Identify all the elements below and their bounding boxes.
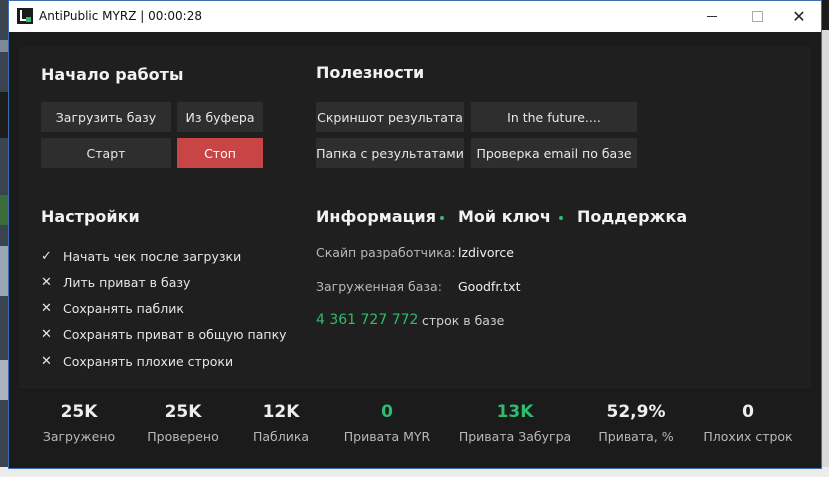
close-button[interactable]: ✕ xyxy=(776,1,822,32)
start-button[interactable]: Старт xyxy=(41,138,171,168)
cross-icon: ✕ xyxy=(41,274,52,290)
in-the-future-button[interactable]: In the future.... xyxy=(471,102,637,132)
tab-information[interactable]: Информация xyxy=(316,207,436,226)
option-label: Лить приват в базу xyxy=(63,274,191,290)
tab-my-key[interactable]: Мой ключ xyxy=(458,207,551,226)
loaded-base-value: Goodfr.txt xyxy=(458,279,521,294)
option-push-private-to-base[interactable]: ✕ Лить приват в базу xyxy=(41,273,190,291)
main-panel: Начало работы Загрузить базу Из буфера С… xyxy=(19,47,811,463)
minimize-button[interactable] xyxy=(689,1,735,32)
option-start-check-after-load[interactable]: ✓ Начать чек после загрузки xyxy=(41,247,241,265)
option-save-private-common-folder[interactable]: ✕ Сохранять приват в общую папку xyxy=(41,325,287,343)
option-label: Сохранять паблик xyxy=(63,300,184,316)
stat-value: 12K xyxy=(262,402,300,422)
option-label: Сохранять приват в общую папку xyxy=(63,326,287,342)
desktop-background-right xyxy=(821,30,829,477)
skype-label: Скайп разработчика: xyxy=(316,245,456,260)
from-clipboard-button[interactable]: Из буфера xyxy=(177,102,263,132)
results-folder-button[interactable]: Папка с результатами xyxy=(316,138,464,168)
stats-bar: 25K Загружено 25K Проверено 12K Паблика … xyxy=(19,387,811,463)
lines-count: 4 361 727 772 xyxy=(316,312,419,328)
tab-support[interactable]: Поддержка xyxy=(577,207,687,226)
option-label: Начать чек после загрузки xyxy=(63,248,242,264)
check-email-button[interactable]: Проверка email по базе xyxy=(471,138,637,168)
stat-value: 25K xyxy=(60,402,98,422)
skype-value: lzdivorce xyxy=(458,245,514,260)
app-logo-icon xyxy=(17,8,33,24)
loaded-base-label: Загруженная база: xyxy=(316,279,442,294)
stat-value: 13K xyxy=(496,402,534,422)
app-window: AntiPublic MYRZ | 00:00:28 ✕ Начало рабо… xyxy=(8,0,822,469)
stat-label: Загружено xyxy=(42,429,116,444)
tab-separator-dot xyxy=(559,216,563,220)
stat-label: Привата MYR xyxy=(343,429,431,444)
stat-value: 0 xyxy=(381,402,393,422)
cross-icon: ✕ xyxy=(41,353,52,369)
check-icon: ✓ xyxy=(41,248,52,264)
stop-button[interactable]: Стоп xyxy=(177,138,263,168)
utilities-heading: Полезности xyxy=(316,63,425,82)
option-label: Сохранять плохие строки xyxy=(63,353,234,369)
maximize-button[interactable] xyxy=(734,1,780,32)
window-title: AntiPublic MYRZ | 00:00:28 xyxy=(39,9,202,23)
lines-suffix: строк в базе xyxy=(422,313,505,328)
cross-icon: ✕ xyxy=(41,326,52,342)
load-base-button[interactable]: Загрузить базу xyxy=(41,102,171,132)
screenshot-result-button[interactable]: Скриншот результата xyxy=(316,102,464,132)
cross-icon: ✕ xyxy=(41,300,52,316)
title-bar: AntiPublic MYRZ | 00:00:28 ✕ xyxy=(9,1,821,32)
stat-label: Привата, % xyxy=(598,429,674,444)
stat-label: Паблика xyxy=(252,429,310,444)
stat-label: Плохих строк xyxy=(703,429,793,444)
stat-value: 0 xyxy=(742,402,754,422)
stat-label: Привата Забугра xyxy=(458,429,572,444)
option-save-bad-lines[interactable]: ✕ Сохранять плохие строки xyxy=(41,352,233,370)
settings-heading: Настройки xyxy=(41,207,140,226)
start-heading: Начало работы xyxy=(41,65,184,84)
stat-value: 52,9% xyxy=(606,402,666,422)
tab-separator-dot xyxy=(440,216,444,220)
option-save-public[interactable]: ✕ Сохранять паблик xyxy=(41,299,184,317)
